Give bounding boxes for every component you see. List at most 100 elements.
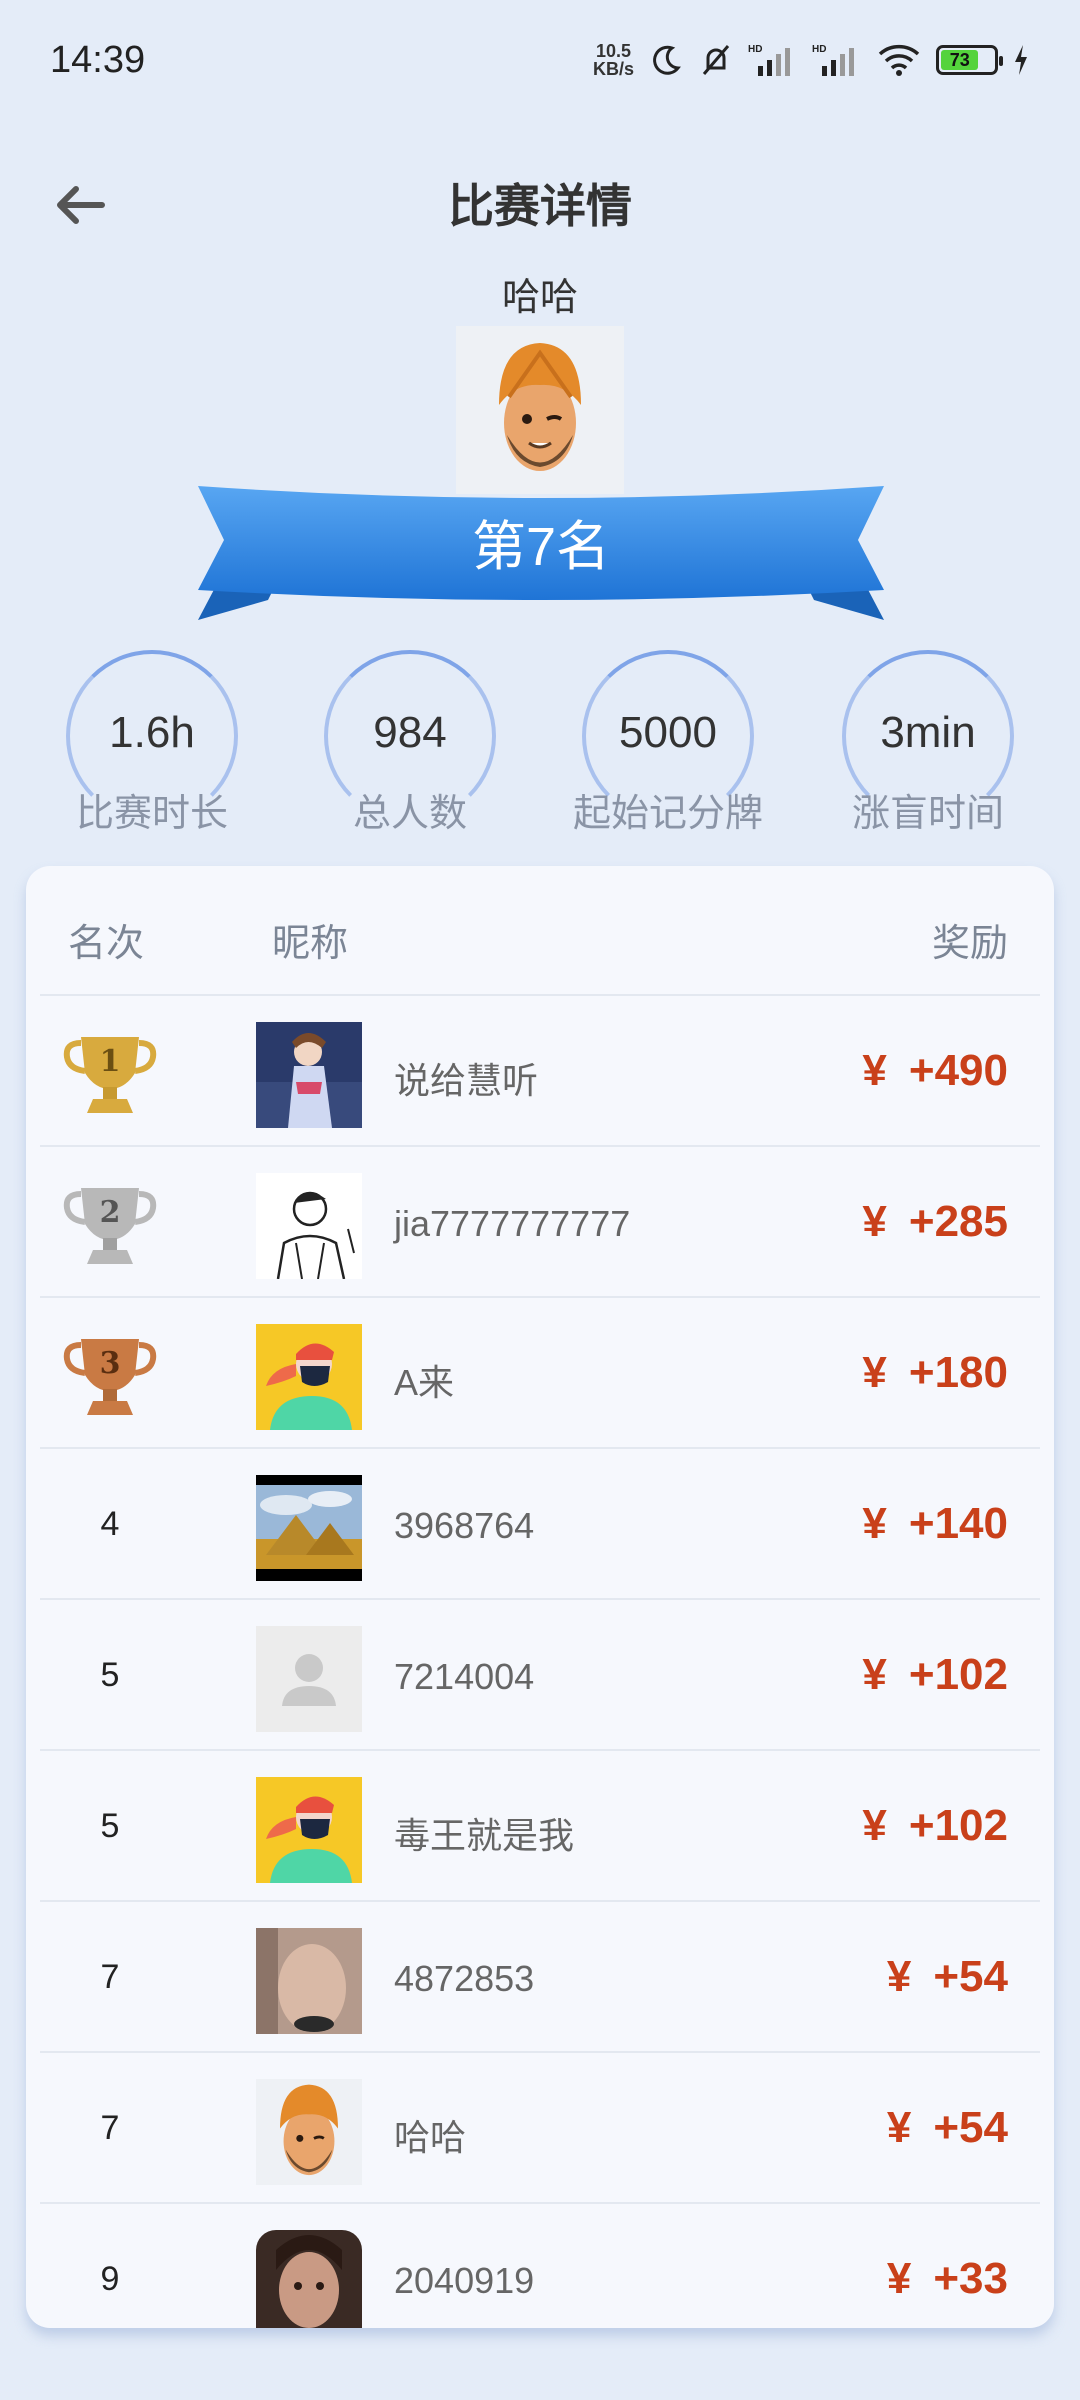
svg-text:3: 3: [100, 1346, 121, 1381]
rank-reward: ¥ +285: [862, 1197, 1008, 1247]
bronze-trophy-icon: 3: [63, 1338, 157, 1415]
status-bar: 14:39 10.5 KB/s HD HD 73: [0, 0, 1080, 120]
table-row[interactable]: 5 7214004 ¥ +102: [40, 1598, 1040, 1749]
stats-row: 1.6h 比赛时长 984 总人数 5000 起始记分牌 3min 涨盲时间: [0, 650, 1080, 840]
net-speed: 10.5 KB/s: [593, 42, 634, 78]
table-row[interactable]: 2 2 jia7777777777 ¥ +285: [40, 1145, 1040, 1296]
stat-blind-time: 3min 涨盲时间: [818, 650, 1038, 840]
avatar: [256, 1475, 362, 1581]
avatar: [256, 1173, 362, 1279]
reward-amount: +285: [908, 1197, 1008, 1246]
header-reward: 奖励: [931, 923, 1008, 965]
rank-nickname: 毒王就是我: [394, 1815, 575, 1856]
currency-symbol: ¥: [862, 1650, 887, 1699]
currency-symbol: ¥: [886, 2254, 912, 2303]
avatar-photo-icon: [256, 1022, 362, 1128]
turban-avatar-icon: [280, 2084, 338, 2176]
rank-nickname: 4872853: [394, 1958, 535, 1999]
default-user-icon: [256, 1626, 362, 1732]
rank-nickname: A来: [394, 1362, 455, 1403]
moon-icon: [653, 45, 681, 75]
stat-starting-chips: 5000 起始记分牌: [558, 650, 778, 840]
currency-symbol: ¥: [886, 2103, 912, 2152]
rank-cell: 7: [100, 2109, 120, 2147]
net-speed-value: 10.5: [595, 41, 632, 61]
avatar: [256, 1626, 362, 1732]
battery-level: 73: [941, 50, 979, 70]
avatar-masked-person-icon: [256, 1324, 362, 1430]
player-avatar: [456, 326, 624, 494]
avatar-photo-icon: [256, 2230, 362, 2328]
svg-text:HD: HD: [812, 44, 826, 55]
ranking-list: 1 1 说给慧听 ¥ +490: [40, 994, 1040, 2328]
currency-symbol: ¥: [862, 1499, 887, 1548]
rank-nickname: jia7777777777: [394, 1203, 631, 1244]
stat-duration: 1.6h 比赛时长: [42, 650, 262, 840]
page-title: 比赛详情: [448, 180, 632, 232]
avatar-sketch-icon: [256, 1173, 362, 1279]
reward-amount: +490: [908, 1046, 1008, 1095]
rank-reward: ¥ +140: [862, 1499, 1008, 1549]
reward-amount: +33: [933, 2254, 1008, 2303]
table-row[interactable]: 4 3968764 ¥ +140: [40, 1447, 1040, 1598]
avatar-photo-icon: [256, 1928, 362, 2034]
avatar: [256, 2079, 362, 2185]
avatar: [256, 1928, 362, 2034]
avatar-masked-person-icon: [256, 1777, 362, 1883]
rank-cell: 3 3: [40, 1298, 180, 1449]
silver-trophy-icon: 2: [63, 1187, 157, 1264]
stat-label: 起始记分牌: [572, 793, 763, 835]
svg-text:HD: HD: [748, 44, 762, 55]
status-icons: 10.5 KB/s HD HD 73: [593, 42, 1030, 78]
avatar: [256, 1324, 362, 1430]
header: 比赛详情: [0, 150, 1080, 260]
rank-nickname: 哈哈: [394, 2117, 467, 2158]
table-row[interactable]: 7 4872853 ¥ +54: [40, 1900, 1040, 2051]
stat-value: 5000: [619, 708, 717, 757]
rank-reward: ¥ +490: [862, 1046, 1008, 1096]
rank-reward: ¥ +102: [862, 1801, 1008, 1851]
stat-total-players: 984 总人数: [300, 650, 520, 840]
turban-avatar-icon: [499, 343, 581, 471]
reward-amount: +54: [933, 1952, 1008, 2001]
signal-icon: HD: [748, 44, 790, 76]
header-nickname: 昵称: [272, 923, 349, 965]
table-row[interactable]: 7 哈哈 ¥ +54: [40, 2051, 1040, 2202]
stat-label: 涨盲时间: [851, 793, 1004, 835]
rank-cell: 1 1: [40, 996, 180, 1147]
rank-cell: 7: [100, 1958, 120, 1996]
stat-label: 总人数: [352, 793, 467, 835]
rank-nickname: 3968764: [394, 1505, 535, 1546]
avatar: [256, 2230, 362, 2328]
table-row[interactable]: 9 2040919 ¥ +33: [40, 2202, 1040, 2328]
signal-icon-2: HD: [812, 44, 854, 76]
rank-nickname: 7214004: [394, 1656, 535, 1697]
charging-icon: [1015, 45, 1027, 75]
rank-reward: ¥ +54: [887, 1952, 1008, 2002]
rank-reward: ¥ +33: [887, 2254, 1008, 2304]
currency-symbol: ¥: [862, 1801, 887, 1850]
table-row[interactable]: 1 1 说给慧听 ¥ +490: [40, 994, 1040, 1145]
table-row[interactable]: 5 毒王就是我 ¥ +102: [40, 1749, 1040, 1900]
avatar-pyramids-icon: [256, 1475, 362, 1581]
gold-trophy-icon: 1: [63, 1036, 157, 1113]
rank-reward: ¥ +102: [862, 1650, 1008, 1700]
table-row[interactable]: 3 3 A来 ¥ +180: [40, 1296, 1040, 1447]
status-time: 14:39: [50, 38, 146, 81]
rank-reward: ¥ +180: [862, 1348, 1008, 1398]
currency-symbol: ¥: [862, 1046, 887, 1095]
currency-symbol: ¥: [862, 1348, 887, 1397]
reward-amount: +102: [908, 1801, 1008, 1850]
wifi-icon: [878, 44, 920, 76]
rank-cell: 9: [100, 2260, 120, 2298]
net-speed-unit: KB/s: [592, 59, 634, 79]
rank-cell: 5: [100, 1807, 120, 1845]
ranking-card[interactable]: 名次 昵称 奖励 1 1: [26, 866, 1054, 2328]
reward-amount: +140: [908, 1499, 1008, 1548]
currency-symbol: ¥: [862, 1197, 887, 1246]
ranking-header: 名次 昵称 奖励: [26, 866, 1054, 994]
reward-amount: +180: [908, 1348, 1008, 1397]
reward-amount: +54: [933, 2103, 1008, 2152]
svg-text:1: 1: [100, 1044, 121, 1079]
header-rank: 名次: [68, 923, 145, 965]
